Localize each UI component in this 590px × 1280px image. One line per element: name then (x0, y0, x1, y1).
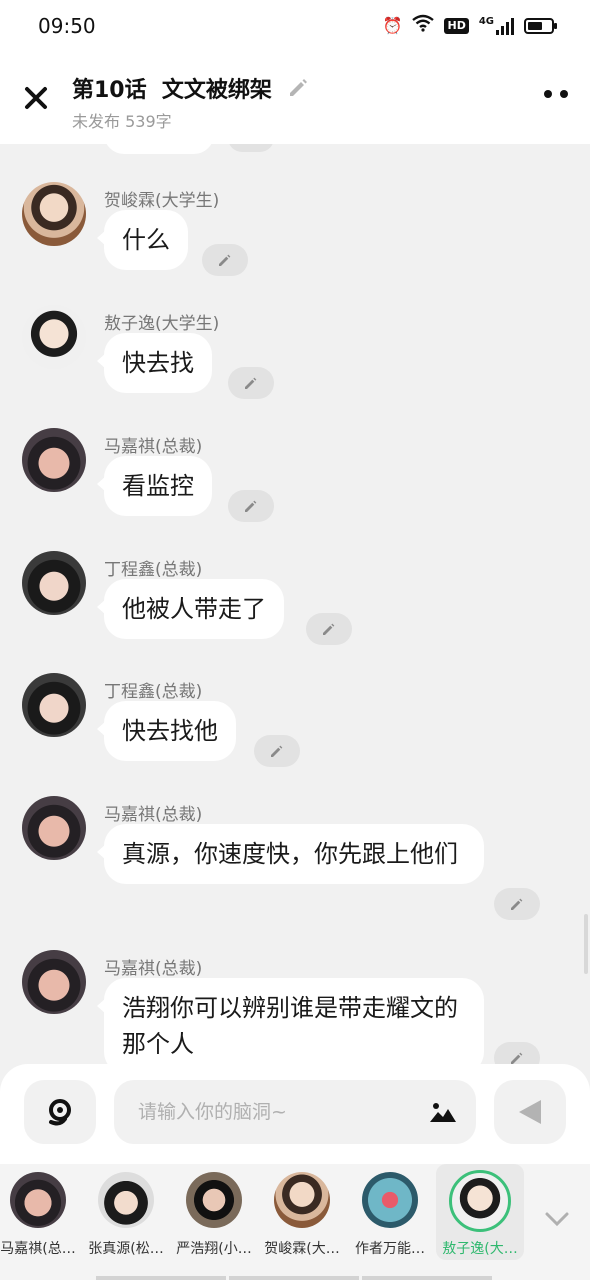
avatar[interactable] (22, 950, 86, 1014)
previous-edit-chip[interactable] (228, 144, 274, 152)
image-icon (430, 1103, 456, 1122)
title-row: 第10话 文文被绑架 (72, 72, 312, 104)
signal-icon: 4G (479, 17, 514, 35)
character-avatar (186, 1172, 242, 1228)
message-input[interactable] (114, 1080, 476, 1144)
character-option-selected[interactable]: 敖子逸(大… (436, 1164, 524, 1260)
page-title: 第10话 文文被绑架 (72, 78, 272, 103)
edit-message-button[interactable] (306, 613, 352, 645)
character-avatar (274, 1172, 330, 1228)
message-bubble[interactable]: 什么 (97, 210, 188, 270)
battery-icon (524, 18, 557, 34)
sender-name: 丁程鑫(总裁) (104, 560, 203, 580)
message-bubble[interactable]: 他被人带走了 (97, 579, 284, 639)
character-avatar (10, 1172, 66, 1228)
character-option[interactable]: 贺峻霖(大… (258, 1164, 346, 1260)
avatar[interactable] (22, 182, 86, 246)
sender-name: 马嘉祺(总裁) (104, 437, 203, 457)
hd-badge: HD (444, 18, 469, 34)
chat-area[interactable]: 贺峻霖(大学生) 什么 敖子逸(大学生) 快去找 马嘉祺(总裁) 看监控 丁程鑫… (0, 144, 590, 1064)
alarm-icon: ⏰ (382, 16, 403, 35)
status-time: 09:50 (38, 14, 96, 38)
close-button[interactable] (18, 80, 54, 116)
status-icons: ⏰ HD 4G (382, 14, 557, 38)
avatar[interactable] (22, 305, 86, 369)
avatar[interactable] (22, 673, 86, 737)
character-avatar (98, 1172, 154, 1228)
edit-message-button[interactable] (494, 1042, 540, 1064)
character-label: 作者万能… (355, 1241, 425, 1257)
more-button[interactable] (544, 90, 568, 98)
edit-message-button[interactable] (494, 888, 540, 920)
character-label: 严浩翔(小… (176, 1241, 252, 1257)
subtitle: 未发布 539字 (72, 112, 172, 131)
character-avatar (449, 1170, 511, 1232)
edit-message-button[interactable] (202, 244, 248, 276)
previous-bubble-fragment (104, 144, 214, 154)
wifi-icon (412, 14, 435, 38)
message-bubble[interactable]: 浩翔你可以辨别谁是带走耀文的那个人 (97, 978, 484, 1064)
character-option[interactable]: 张真源(松… (82, 1164, 170, 1260)
signal-bars (496, 17, 514, 35)
pencil-icon (245, 377, 257, 389)
character-picker: 马嘉祺(总… 张真源(松… 严浩翔(小… 贺峻霖(大… 作者万能… 敖子逸(大… (0, 1164, 590, 1280)
edit-message-button[interactable] (254, 735, 300, 767)
send-icon (519, 1100, 541, 1124)
image-button[interactable] (428, 1100, 458, 1124)
header: 第10话 文文被绑架 未发布 539字 (0, 52, 590, 144)
avatar[interactable] (22, 551, 86, 615)
dot-icon (544, 90, 552, 98)
message-bubble[interactable]: 看监控 (97, 456, 212, 516)
edit-message-button[interactable] (228, 367, 274, 399)
chevron-down-icon[interactable] (542, 1204, 572, 1234)
character-label: 马嘉祺(总… (0, 1241, 76, 1257)
pencil-icon (289, 79, 307, 96)
voice-button[interactable] (24, 1080, 96, 1144)
character-option[interactable]: 作者万能… (346, 1164, 434, 1260)
edit-title-button[interactable] (286, 75, 312, 101)
pencil-icon (511, 1052, 523, 1064)
avatar[interactable] (22, 796, 86, 860)
message-bubble[interactable]: 真源，你速度快，你先跟上他们 (97, 824, 484, 884)
sender-name: 丁程鑫(总裁) (104, 682, 203, 702)
voice-icon (49, 1099, 71, 1126)
sender-name: 马嘉祺(总裁) (104, 805, 203, 825)
close-icon (25, 87, 47, 109)
pencil-icon (245, 500, 257, 512)
input-bar (0, 1064, 590, 1164)
send-button[interactable] (494, 1080, 566, 1144)
message-bubble[interactable]: 快去找 (97, 333, 212, 393)
sender-name: 敖子逸(大学生) (104, 314, 220, 334)
network-type: 4G (478, 16, 494, 27)
pencil-icon (323, 623, 335, 635)
character-option[interactable]: 马嘉祺(总… (0, 1164, 82, 1260)
pencil-icon (511, 898, 523, 910)
character-label: 贺峻霖(大… (264, 1241, 340, 1257)
edit-message-button[interactable] (228, 490, 274, 522)
character-label: 敖子逸(大… (442, 1241, 518, 1257)
pencil-icon (219, 254, 231, 266)
character-avatar (362, 1172, 418, 1228)
home-indicator (96, 1276, 492, 1280)
status-bar: 09:50 ⏰ HD 4G (0, 0, 590, 52)
sender-name: 马嘉祺(总裁) (104, 959, 203, 979)
character-option[interactable]: 严浩翔(小… (170, 1164, 258, 1260)
pencil-icon (271, 745, 283, 757)
dot-icon (560, 90, 568, 98)
sender-name: 贺峻霖(大学生) (104, 191, 220, 211)
message-bubble[interactable]: 快去找他 (97, 701, 236, 761)
avatar[interactable] (22, 428, 86, 492)
character-label: 张真源(松… (88, 1241, 164, 1257)
scrollbar[interactable] (584, 914, 588, 974)
